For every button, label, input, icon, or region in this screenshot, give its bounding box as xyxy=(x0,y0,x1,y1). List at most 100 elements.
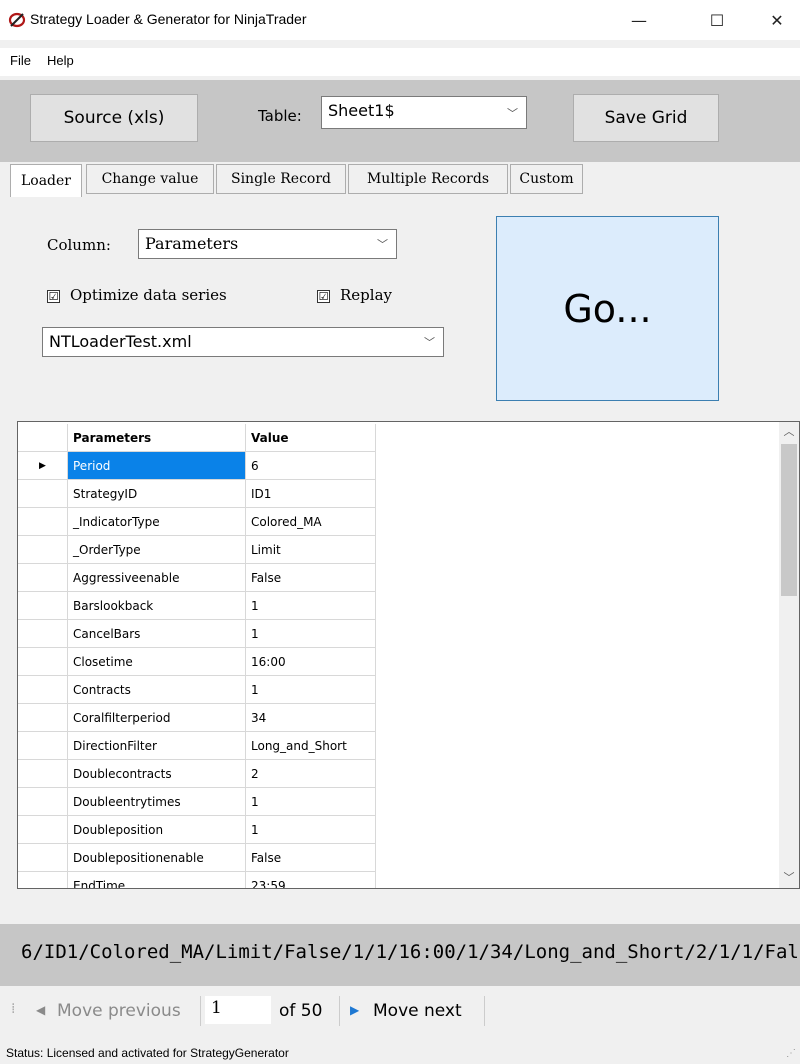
replay-checkbox[interactable]: ☑ xyxy=(317,290,330,303)
row-header[interactable] xyxy=(18,508,68,536)
parameter-value-cell[interactable]: 6 xyxy=(246,452,376,480)
column-label: Column: xyxy=(47,236,111,254)
table-row[interactable]: Closetime 16:00 xyxy=(18,648,378,676)
chevron-down-icon: ﹀ xyxy=(507,106,518,120)
row-header[interactable] xyxy=(18,620,68,648)
table-select[interactable]: Sheet1$ ﹀ xyxy=(321,96,527,129)
column-header-parameters[interactable]: Parameters xyxy=(68,424,246,452)
parameter-value-cell[interactable]: 34 xyxy=(246,704,376,732)
table-row[interactable]: Doublepositionenable False xyxy=(18,844,378,872)
table-row[interactable]: CancelBars 1 xyxy=(18,620,378,648)
parameter-name-cell[interactable]: Aggressiveenable xyxy=(68,564,246,592)
column-header-value[interactable]: Value xyxy=(246,424,376,452)
row-header[interactable] xyxy=(18,816,68,844)
row-header[interactable] xyxy=(18,480,68,508)
move-next-icon[interactable]: ▶ xyxy=(350,1003,359,1017)
parameter-name-cell[interactable]: _OrderType xyxy=(68,536,246,564)
table-row[interactable]: _IndicatorType Colored_MA xyxy=(18,508,378,536)
parameter-name-cell[interactable]: Doubleentrytimes xyxy=(68,788,246,816)
separator xyxy=(200,996,201,1026)
table-row[interactable]: Coralfilterperiod 34 xyxy=(18,704,378,732)
table-row[interactable]: StrategyID ID1 xyxy=(18,480,378,508)
tab-change-value[interactable]: Change value xyxy=(86,164,214,194)
row-header[interactable] xyxy=(18,536,68,564)
parameter-value-cell[interactable]: 1 xyxy=(246,788,376,816)
table-row[interactable]: Aggressiveenable False xyxy=(18,564,378,592)
parameter-value-cell[interactable]: 1 xyxy=(246,620,376,648)
close-button[interactable]: ✕ xyxy=(754,0,800,40)
parameter-value-cell[interactable]: 23:59 xyxy=(246,872,376,888)
table-row[interactable]: Doublecontracts 2 xyxy=(18,760,378,788)
scroll-thumb[interactable] xyxy=(781,444,797,596)
column-select[interactable]: Parameters ﹀ xyxy=(138,229,397,259)
minimize-button[interactable]: — xyxy=(616,0,662,40)
table-row[interactable]: _OrderType Limit xyxy=(18,536,378,564)
table-row[interactable]: Barslookback 1 xyxy=(18,592,378,620)
table-row[interactable]: Doubleposition 1 xyxy=(18,816,378,844)
chevron-down-icon: ﹀ xyxy=(377,238,388,251)
row-header[interactable] xyxy=(18,788,68,816)
menu-help[interactable]: Help xyxy=(47,53,74,68)
parameter-value-cell[interactable]: ID1 xyxy=(246,480,376,508)
parameter-name-cell[interactable]: Coralfilterperiod xyxy=(68,704,246,732)
tab-custom[interactable]: Custom xyxy=(510,164,583,194)
tab-loader[interactable]: Loader xyxy=(10,164,82,197)
parameter-value-cell[interactable]: 16:00 xyxy=(246,648,376,676)
parameter-value-cell[interactable]: Long_and_Short xyxy=(246,732,376,760)
row-header[interactable] xyxy=(18,592,68,620)
scroll-down-icon[interactable]: ﹀ xyxy=(779,868,799,888)
optimize-checkbox[interactable]: ☑ xyxy=(47,290,60,303)
row-header[interactable] xyxy=(18,676,68,704)
resize-grip-icon[interactable]: ⋰ xyxy=(786,1048,796,1059)
table-row[interactable]: EndTime 23:59 xyxy=(18,872,378,888)
parameter-value-cell[interactable]: 2 xyxy=(246,760,376,788)
row-header[interactable] xyxy=(18,732,68,760)
move-previous-button[interactable]: Move previous xyxy=(57,1001,181,1021)
parameter-value-cell[interactable]: 1 xyxy=(246,592,376,620)
parameter-name-cell[interactable]: StrategyID xyxy=(68,480,246,508)
parameter-value-cell[interactable]: Limit xyxy=(246,536,376,564)
record-navigator: ⁞ ◀ Move previous 1 of 50 ▶ Move next xyxy=(0,991,800,1031)
row-header[interactable] xyxy=(18,760,68,788)
parameter-value-cell[interactable]: False xyxy=(246,844,376,872)
parameter-name-cell[interactable]: Barslookback xyxy=(68,592,246,620)
menu-file[interactable]: File xyxy=(10,53,31,68)
parameter-name-cell[interactable]: Period xyxy=(68,452,246,480)
parameter-name-cell[interactable]: Doubleposition xyxy=(68,816,246,844)
row-header[interactable] xyxy=(18,872,68,888)
go-button[interactable]: Go... xyxy=(496,216,719,401)
maximize-button[interactable]: ☐ xyxy=(694,0,740,40)
table-row[interactable]: ▶ Period 6 xyxy=(18,452,378,480)
parameter-value-cell[interactable]: 1 xyxy=(246,676,376,704)
row-header[interactable] xyxy=(18,844,68,872)
save-grid-button[interactable]: Save Grid xyxy=(573,94,719,142)
parameter-name-cell[interactable]: Doublecontracts xyxy=(68,760,246,788)
parameter-value-cell[interactable]: 1 xyxy=(246,816,376,844)
tab-single-record[interactable]: Single Record xyxy=(216,164,346,194)
row-header[interactable] xyxy=(18,648,68,676)
status-bar: Status: Licensed and activated for Strat… xyxy=(0,1042,800,1064)
parameter-name-cell[interactable]: _IndicatorType xyxy=(68,508,246,536)
parameter-name-cell[interactable]: Contracts xyxy=(68,676,246,704)
position-input[interactable]: 1 xyxy=(205,996,271,1024)
parameter-name-cell[interactable]: Closetime xyxy=(68,648,246,676)
parameter-name-cell[interactable]: Doublepositionenable xyxy=(68,844,246,872)
table-row[interactable]: Contracts 1 xyxy=(18,676,378,704)
parameter-name-cell[interactable]: DirectionFilter xyxy=(68,732,246,760)
tab-multiple-records[interactable]: Multiple Records xyxy=(348,164,508,194)
source-xls-button[interactable]: Source (xls) xyxy=(30,94,198,142)
scroll-up-icon[interactable]: ︿ xyxy=(779,422,799,442)
parameter-name-cell[interactable]: EndTime xyxy=(68,872,246,888)
parameter-value-cell[interactable]: False xyxy=(246,564,376,592)
row-header[interactable] xyxy=(18,704,68,732)
move-next-button[interactable]: Move next xyxy=(373,1001,462,1021)
move-previous-icon[interactable]: ◀ xyxy=(36,1003,45,1017)
parameter-name-cell[interactable]: CancelBars xyxy=(68,620,246,648)
row-header[interactable] xyxy=(18,564,68,592)
table-row[interactable]: DirectionFilter Long_and_Short xyxy=(18,732,378,760)
parameter-value-cell[interactable]: Colored_MA xyxy=(246,508,376,536)
xml-file-select[interactable]: NTLoaderTest.xml ﹀ xyxy=(42,327,444,357)
table-row[interactable]: Doubleentrytimes 1 xyxy=(18,788,378,816)
vertical-scrollbar[interactable]: ︿ ﹀ xyxy=(779,422,799,888)
current-row-indicator-icon[interactable]: ▶ xyxy=(18,452,68,480)
